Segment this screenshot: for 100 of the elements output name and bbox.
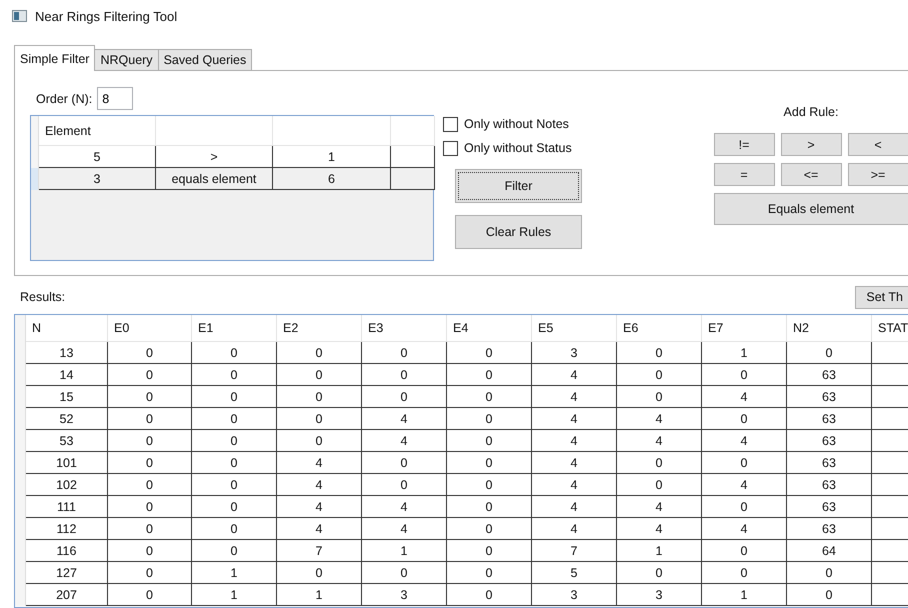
operator-button[interactable]: >=: [848, 163, 908, 186]
table-cell: 0: [192, 496, 277, 518]
column-header[interactable]: E6: [617, 315, 702, 342]
table-cell: 0: [362, 386, 447, 408]
checkbox[interactable]: [443, 116, 458, 132]
add-rule-label: Add Rule:: [784, 105, 838, 119]
table-cell: 0: [447, 540, 532, 562]
table-cell: 0: [617, 474, 702, 496]
row-header[interactable]: [15, 584, 26, 606]
table-cell: 0: [362, 474, 447, 496]
table-cell: 4: [362, 430, 447, 452]
row-header[interactable]: [31, 146, 39, 168]
column-header[interactable]: E1: [192, 315, 277, 342]
rule-cell[interactable]: >: [156, 146, 273, 168]
order-label: Order (N):: [36, 92, 92, 106]
table-cell: 0: [362, 452, 447, 474]
table-cell: 4: [532, 452, 617, 474]
window-title: Near Rings Filtering Tool: [35, 8, 178, 24]
table-cell: 4: [362, 408, 447, 430]
table-cell: 0: [447, 386, 532, 408]
row-header[interactable]: [31, 168, 39, 190]
column-header[interactable]: [156, 116, 273, 146]
table-cell: 0: [447, 408, 532, 430]
rule-cell[interactable]: 6: [273, 168, 391, 190]
table-cell: 7: [277, 540, 362, 562]
table-cell: 0: [447, 496, 532, 518]
table-cell: 63: [787, 430, 872, 452]
row-header: [15, 315, 26, 342]
column-header[interactable]: E0: [108, 315, 192, 342]
table-cell: 127: [26, 562, 108, 584]
table-cell: 0: [617, 452, 702, 474]
table-cell: 0: [277, 386, 362, 408]
tab[interactable]: Saved Queries: [158, 49, 252, 71]
table-cell: 116: [26, 540, 108, 562]
table-cell: 0: [362, 342, 447, 364]
table-cell: 0: [787, 584, 872, 606]
column-header[interactable]: E2: [277, 315, 362, 342]
operator-button[interactable]: >: [780, 133, 842, 156]
table-cell: 0: [108, 342, 192, 364]
table-cell: 0: [447, 562, 532, 584]
table-cell: 63: [787, 452, 872, 474]
table-cell: 0: [192, 386, 277, 408]
rule-cell[interactable]: [391, 168, 435, 190]
table-cell: 1: [362, 540, 447, 562]
table-cell: 0: [277, 364, 362, 386]
table-cell: 0: [702, 496, 787, 518]
table-cell: 4: [532, 518, 617, 540]
table-cell: 4: [277, 474, 362, 496]
operator-button[interactable]: =: [714, 163, 774, 186]
set-button[interactable]: Set Th: [855, 286, 908, 308]
table-cell: 1: [192, 562, 277, 584]
table-cell: 0: [277, 430, 362, 452]
table-cell: 0: [447, 474, 532, 496]
table-cell: 0: [108, 518, 192, 540]
equals-element-button[interactable]: Equals element: [714, 193, 908, 225]
table-cell: 4: [532, 386, 617, 408]
table-cell: 4: [532, 496, 617, 518]
table-cell: 4: [532, 364, 617, 386]
table-cell: 63: [787, 518, 872, 540]
table-cell: 4: [277, 496, 362, 518]
column-header[interactable]: E3: [362, 315, 447, 342]
table-cell: 0: [108, 584, 192, 606]
table-cell: 3: [362, 584, 447, 606]
order-field[interactable]: 8: [97, 87, 134, 110]
table-cell: 0: [447, 430, 532, 452]
table-cell: 3: [617, 584, 702, 606]
table-cell: 3: [532, 342, 617, 364]
operator-button[interactable]: !=: [714, 133, 774, 156]
table-cell: 7: [532, 540, 617, 562]
tab[interactable]: Simple Filter: [14, 45, 96, 71]
table-cell: 111: [26, 496, 108, 518]
operator-button[interactable]: <: [848, 133, 908, 156]
table-cell: 4: [532, 408, 617, 430]
column-header[interactable]: E5: [532, 315, 617, 342]
rule-cell[interactable]: 5: [39, 146, 156, 168]
table-cell: 0: [108, 386, 192, 408]
rule-cell[interactable]: equals element: [156, 168, 273, 190]
table-cell: 207: [26, 584, 108, 606]
column-header[interactable]: E4: [447, 315, 532, 342]
table-cell: 0: [447, 452, 532, 474]
checkbox[interactable]: [443, 140, 458, 156]
rule-cell[interactable]: [391, 146, 435, 168]
table-cell: 0: [192, 430, 277, 452]
filter-button[interactable]: Filter: [455, 169, 582, 203]
column-header[interactable]: N: [26, 315, 108, 342]
table-cell: 1: [702, 584, 787, 606]
table-cell: 0: [192, 518, 277, 540]
table-cell: 1: [192, 584, 277, 606]
column-header[interactable]: N2: [787, 315, 872, 342]
rule-cell[interactable]: 3: [39, 168, 156, 190]
table-cell: 4: [702, 518, 787, 540]
tab[interactable]: NRQuery: [94, 49, 159, 71]
table-cell: 0: [277, 342, 362, 364]
column-header[interactable]: E7: [702, 315, 787, 342]
table-cell: 0: [362, 562, 447, 584]
operator-button[interactable]: <=: [780, 163, 842, 186]
column-header[interactable]: Element: [39, 116, 156, 146]
rule-cell[interactable]: 1: [273, 146, 391, 168]
clear-rules-button[interactable]: Clear Rules: [455, 215, 582, 249]
table-cell: 1: [702, 342, 787, 364]
